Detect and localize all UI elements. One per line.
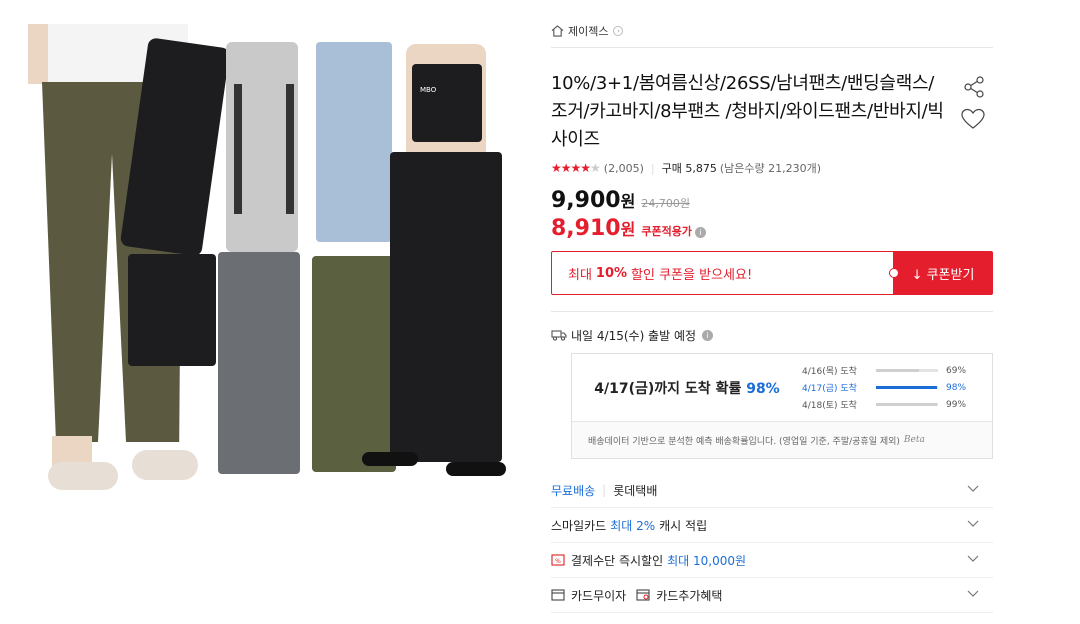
eta-headline: 4/17(금)까지 도착 확률 98% (594, 380, 780, 397)
chevron-down-icon (967, 555, 979, 562)
khaki-cargo-jogger (312, 256, 396, 472)
coupon-price: 8,910원 (551, 216, 636, 241)
flip-flop-icon (362, 452, 418, 466)
stars-filled: ★★★★ (551, 161, 591, 175)
eta-value: 69% (946, 365, 967, 376)
free-shipping-label: 무료배송 (551, 483, 596, 498)
title-block: 10%/3+1/봄여름신상/26SS/남녀팬츠/밴딩슬랙스/조거/카고바지/8부… (551, 70, 993, 154)
delivery-option[interactable]: 무료배송 | 롯데택배 (551, 473, 993, 508)
eta-row: 4/17(금) 도착 98% (802, 379, 992, 396)
get-coupon-button[interactable]: ↓ 쿠폰받기 (889, 251, 993, 295)
chevron-down-icon (967, 590, 979, 597)
payment-discount-amount: 최대 10,000원 (667, 553, 747, 568)
card-plus-icon (636, 589, 650, 601)
eta-value: 98% (946, 382, 967, 393)
product-title: 10%/3+1/봄여름신상/26SS/남녀팬츠/밴딩슬랙스/조거/카고바지/8부… (551, 73, 944, 150)
card-benefit-option[interactable]: 카드무이자 카드추가혜택 (551, 578, 993, 613)
carrier-label: 롯데택배 (613, 483, 658, 498)
sandal-icon (48, 462, 118, 490)
shop-name: 제이젝스 (568, 24, 609, 38)
truck-icon (551, 330, 567, 341)
card-benefit-label: 카드추가혜택 (656, 588, 723, 603)
shipping-date: 내일 4/15(수) 출발 예정 i (551, 327, 993, 343)
card-icon (551, 589, 565, 601)
smile-card-option[interactable]: 스마일카드 최대 2% 캐시 적립 (551, 508, 993, 543)
eta-date: 4/17(금) 도착 (802, 384, 857, 394)
coupon-price-row: 8,910원 쿠폰적용가 i (551, 216, 993, 242)
star-half-icon: ★ (590, 161, 601, 175)
payment-discount-option[interactable]: % 결제수단 즉시할인 최대 10,000원 (551, 543, 993, 578)
flip-flop-icon (446, 462, 506, 476)
shop-link[interactable]: 제이젝스 › (551, 24, 993, 48)
coupon-banner[interactable]: 최대 10% 할인 쿠폰을 받으세요! ↓ 쿠폰받기 (551, 251, 993, 295)
eta-date: 4/16(목) 도착 (802, 367, 857, 377)
eta-summary: 4/17(금)까지 도착 확률 98% 4/16(목) 도착 69% 4/17(금)… (572, 354, 992, 422)
sweatpants-print (234, 84, 242, 214)
product-info: 제이젝스 › 10%/3+1/봄여름신상/26SS/남녀팬츠/밴딩슬랙스/조거/… (551, 24, 993, 613)
info-icon[interactable]: i (694, 227, 706, 238)
card-installment-label: 카드무이자 (571, 588, 627, 603)
rating-row: ★★★★★ (2,005) | 구매 5,875 (남은수량 21,230개) (551, 160, 993, 176)
sale-price: 9,900원 (551, 188, 636, 213)
smile-card-label: 스마일카드 (551, 518, 607, 533)
share-icon[interactable] (963, 76, 985, 98)
eta-note: 배송데이터 기반으로 분석한 예측 배송확률입니다. (영업일 기준, 주말/공… (572, 422, 992, 458)
info-icon[interactable]: i (702, 329, 714, 341)
coupon-applied-label: 쿠폰적용가 (641, 225, 692, 238)
black-wide-cargo (390, 152, 502, 462)
eta-probability-fill (876, 386, 937, 389)
chevron-right-icon: › (613, 25, 624, 36)
eta-probability-bar (876, 403, 938, 406)
product-image[interactable]: MBO (28, 24, 510, 494)
sale-price-row: 9,900원 24,700원 (551, 188, 993, 214)
discount-card-icon: % (551, 554, 565, 566)
payment-discount-label: 결제수단 즉시할인 (571, 553, 664, 568)
sandal-icon (132, 450, 198, 480)
eta-probability-bar (876, 369, 938, 372)
eta-list: 4/16(목) 도착 69% 4/17(금) 도착 98% 4/18(토) 도착 99% (802, 362, 992, 413)
heart-icon[interactable] (961, 108, 985, 130)
divider: | (650, 161, 655, 175)
eta-value: 99% (946, 399, 967, 410)
top-logo: MBO (420, 86, 437, 94)
shipping-label: 내일 4/15(수) 출발 예정 (571, 328, 697, 343)
chevron-down-icon (967, 485, 979, 492)
home-icon (551, 24, 564, 37)
black-crop-top (412, 64, 482, 142)
purchase-count: 구매 5,875 (661, 162, 717, 175)
eta-probability-bar (876, 386, 938, 389)
denim-jeans (316, 42, 392, 242)
eta-probability-fill (876, 369, 919, 372)
smile-card-rate: 최대 2% (610, 518, 656, 533)
divider: | (602, 483, 607, 497)
beta-badge: Beta (903, 435, 925, 445)
svg-text:%: % (555, 558, 561, 565)
smile-card-suffix: 캐시 적립 (659, 518, 708, 533)
eta-row: 4/16(목) 도착 69% (802, 362, 992, 379)
eta-date: 4/18(토) 도착 (802, 401, 857, 411)
black-shorts (128, 254, 216, 366)
star-rating[interactable]: ★★★★★ (551, 161, 601, 175)
divider (551, 311, 993, 312)
eta-row: 4/18(토) 도착 99% (802, 396, 992, 413)
stock-remaining: (남은수량 21,230개) (719, 162, 821, 175)
sweatpants-print (286, 84, 294, 214)
chevron-down-icon (967, 520, 979, 527)
review-count[interactable]: (2,005) (604, 162, 644, 175)
delivery-probability-box: 4/17(금)까지 도착 확률 98% 4/16(목) 도착 69% 4/17(금)… (571, 353, 993, 459)
eta-probability-fill (876, 403, 938, 406)
coupon-message: 최대 10% 할인 쿠폰을 받으세요! (551, 251, 893, 295)
model-arm (28, 24, 48, 84)
original-price: 24,700원 (641, 197, 690, 210)
charcoal-slacks (218, 252, 300, 474)
